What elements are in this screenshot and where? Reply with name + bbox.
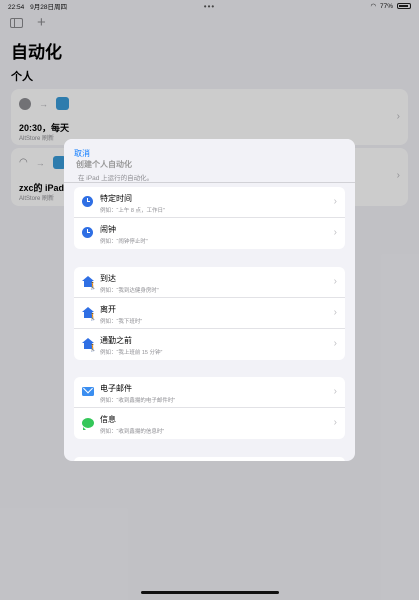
trigger-hint: 例如：“收到鑫揚的信息时”	[100, 429, 165, 435]
trigger-hint: 例如：“我下班时”	[100, 319, 143, 325]
trigger-leave[interactable]: 🚶 离开 例如：“我下班时” ›	[74, 298, 345, 329]
chevron-right-icon: ›	[333, 417, 337, 428]
trigger-hint: 例如：“收到鑫揚的电子邮件时”	[100, 398, 176, 404]
cancel-button[interactable]: 取消	[74, 148, 90, 159]
trigger-label: 到达	[100, 274, 116, 283]
trigger-email[interactable]: 电子邮件 例如：“收到鑫揚的电子邮件时” ›	[74, 377, 345, 408]
trigger-label: 闹钟	[100, 225, 116, 234]
chevron-right-icon: ›	[333, 227, 337, 238]
trigger-group-location: 🚶 到达 例如：“我到达健身房时” › 🚶 离开 例如：“我下班时” › 🚶 通…	[74, 267, 345, 360]
clock-icon	[82, 196, 93, 207]
trigger-hint: 例如：“上午 8 点，工作日”	[100, 208, 165, 214]
trigger-label: 通勤之前	[100, 336, 132, 345]
chevron-right-icon: ›	[333, 338, 337, 349]
trigger-before-commute[interactable]: 🚶 通勤之前 例如：“我上班前 15 分钟” ›	[74, 329, 345, 360]
trigger-group-time: 特定时间 例如：“上午 8 点，工作日” › 闹钟 例如：“闹钟停止时” ›	[74, 187, 345, 249]
trigger-group-next-partial	[74, 457, 345, 461]
trigger-label: 特定时间	[100, 194, 132, 203]
sheet-title-scrolled: 创建个人自动化	[76, 160, 132, 169]
trigger-label: 信息	[100, 415, 116, 424]
chevron-right-icon: ›	[333, 307, 337, 318]
trigger-group-communication: 电子邮件 例如：“收到鑫揚的电子邮件时” › 信息 例如：“收到鑫揚的信息时” …	[74, 377, 345, 439]
sheet-description: 在 iPad 上运行的自动化。	[78, 175, 154, 182]
chevron-right-icon: ›	[333, 196, 337, 207]
trigger-arrive[interactable]: 🚶 到达 例如：“我到达健身房时” ›	[74, 267, 345, 298]
trigger-label: 电子邮件	[100, 384, 132, 393]
trigger-message[interactable]: 信息 例如：“收到鑫揚的信息时” ›	[74, 408, 345, 439]
chevron-right-icon: ›	[333, 386, 337, 397]
arrive-icon: 🚶	[81, 275, 98, 290]
alarm-icon	[82, 227, 93, 238]
commute-icon: 🚶	[81, 337, 98, 352]
trigger-alarm[interactable]: 闹钟 例如：“闹钟停止时” ›	[74, 218, 345, 249]
home-indicator[interactable]	[140, 591, 279, 594]
chevron-right-icon: ›	[333, 276, 337, 287]
trigger-label: 离开	[100, 305, 116, 314]
trigger-time-of-day[interactable]: 特定时间 例如：“上午 8 点，工作日” ›	[74, 187, 345, 218]
trigger-hint: 例如：“我到达健身房时”	[100, 288, 159, 294]
trigger-hint: 例如：“闹钟停止时”	[100, 239, 148, 245]
trigger-hint: 例如：“我上班前 15 分钟”	[100, 350, 163, 356]
leave-icon: 🚶	[81, 306, 98, 321]
mail-icon	[81, 387, 94, 396]
sheet-header: 取消 创建个人自动化 在 iPad 上运行的自动化。	[64, 139, 355, 183]
new-automation-sheet: 取消 创建个人自动化 在 iPad 上运行的自动化。 特定时间 例如：“上午 8…	[64, 139, 355, 461]
message-icon	[81, 417, 94, 430]
